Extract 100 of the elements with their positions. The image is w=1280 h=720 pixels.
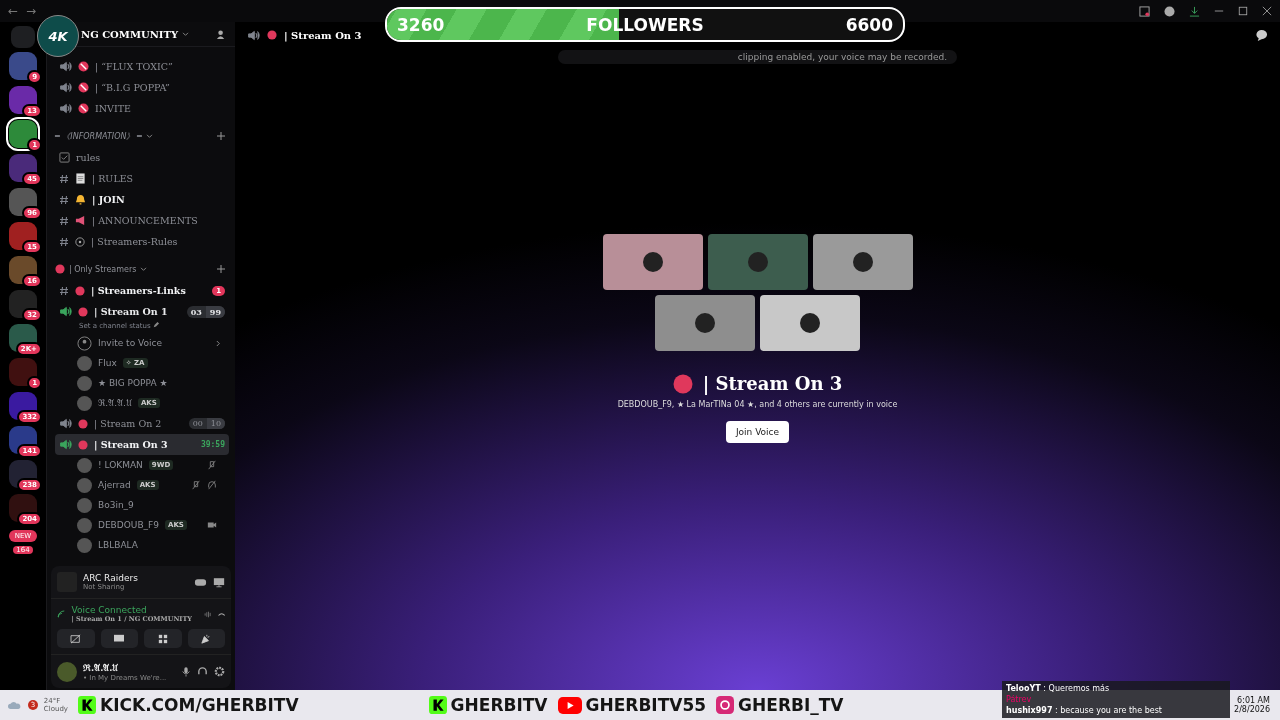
chat-message: hushix997 : because you are the best: [1006, 706, 1163, 715]
text-channel[interactable]: | JOIN: [55, 189, 229, 210]
settings-icon[interactable]: [214, 666, 225, 677]
member-name[interactable]: ! LOKMAN: [98, 460, 143, 470]
activity-title: ARC Raiders: [83, 573, 138, 583]
member-row[interactable]: Bo3in_9: [55, 495, 229, 515]
text-channel[interactable]: | ANNOUNCEMENTS: [55, 210, 229, 231]
camera-off-button[interactable]: [57, 629, 95, 648]
participant-tile[interactable]: [602, 234, 703, 290]
speaker-icon: [59, 417, 72, 430]
voice-channel[interactable]: | “B.I.G POPPA”: [55, 77, 229, 98]
speaker-icon: [59, 305, 72, 318]
category-name[interactable]: ═ 《INFORMATION》 ═: [55, 130, 142, 142]
dot-icon: [267, 30, 277, 40]
headphones-icon[interactable]: [197, 666, 208, 677]
invite-icon: [77, 335, 92, 351]
invite-to-voice[interactable]: Invite to Voice: [98, 338, 162, 348]
pencil-icon: [152, 322, 159, 328]
screen-share-button[interactable]: [100, 629, 138, 648]
back-button[interactable]: ←: [8, 4, 19, 18]
member-name[interactable]: LBLBALA: [98, 540, 138, 550]
speaker-icon: [59, 102, 72, 115]
join-voice-button[interactable]: Join Voice: [725, 421, 790, 443]
add-channel-icon[interactable]: [217, 132, 225, 140]
member-row[interactable]: ★ BIG POPPA ★: [55, 373, 229, 393]
voice-channel[interactable]: | Stream On 1 03 99: [55, 301, 229, 322]
avatar: [800, 313, 820, 333]
member-name[interactable]: Bo3in_9: [98, 500, 134, 510]
text-channel[interactable]: | RULES: [55, 168, 229, 189]
youtube-logo-icon: [557, 696, 582, 714]
user-avatar[interactable]: [57, 661, 77, 682]
hash-icon: [59, 285, 69, 296]
voice-status: Voice Connected: [71, 605, 148, 615]
avatar: [695, 313, 715, 333]
participant-tile[interactable]: [812, 234, 913, 290]
chat-icon[interactable]: [1255, 28, 1268, 42]
forum-icon: [59, 152, 70, 163]
avatar: [747, 252, 768, 272]
avatar: [77, 477, 92, 493]
microphone-icon[interactable]: [181, 666, 191, 677]
avatar: [77, 517, 92, 533]
member-name[interactable]: Flux: [98, 358, 117, 368]
bell-icon: [75, 194, 86, 205]
avatar: [77, 355, 92, 371]
forward-button[interactable]: →: [26, 4, 37, 18]
user-name: ℜ.𝔄.𝔄.𝔘: [83, 662, 120, 674]
participant-tile[interactable]: [760, 295, 860, 351]
channel-title: | Stream On 3: [284, 29, 362, 41]
monitor-icon: [113, 633, 126, 644]
participant-tile[interactable]: [655, 295, 755, 351]
hash-icon: [59, 215, 69, 226]
no-entry-icon: [78, 103, 89, 114]
participant-tile[interactable]: [707, 234, 808, 290]
social-handle: GHERBITV: [450, 695, 548, 715]
clock-time: 6:01 AM: [1237, 696, 1270, 705]
chevron-right-icon: [216, 339, 221, 347]
voice-channel[interactable]: INVITE: [55, 98, 229, 119]
gamepad-icon[interactable]: [194, 577, 207, 587]
category-name[interactable]: | Only Streamers: [69, 264, 137, 274]
speaker-icon: [247, 28, 260, 42]
member-name[interactable]: ★ BIG POPPA ★: [98, 378, 168, 388]
close-icon[interactable]: [1262, 6, 1272, 16]
member-row[interactable]: LBLBALA: [55, 535, 229, 555]
inbox-icon[interactable]: [1139, 5, 1150, 17]
member-name[interactable]: Ajerrad: [98, 480, 131, 490]
dot-icon: [78, 306, 88, 317]
maximize-icon[interactable]: [1238, 6, 1248, 16]
avatar: [77, 395, 92, 411]
no-entry-icon: [78, 82, 89, 93]
screen-share-icon[interactable]: [213, 576, 225, 588]
text-channel[interactable]: | Streamers-Rules: [55, 231, 229, 252]
voice-channel[interactable]: | Stream On 2 00 10: [55, 413, 229, 434]
camera-off-icon: [69, 633, 82, 644]
voice-channel[interactable]: | Stream On 3 39:59: [55, 434, 229, 455]
social-handle: GHERBI_TV: [738, 695, 844, 715]
speaker-icon: [59, 81, 72, 94]
add-member-icon[interactable]: [216, 28, 227, 40]
server-name[interactable]: NG COMMUNITY: [81, 28, 179, 40]
participants-text: DEBDOUB_F9, ★ La MarTINa 04 ★, and 4 others are currently in voice: [617, 400, 898, 409]
avatar: [77, 537, 92, 553]
dot-icon: [672, 373, 693, 394]
member-name[interactable]: DEBDOUB_F9: [98, 520, 159, 530]
chevron-down-icon: [140, 266, 148, 272]
activities-button[interactable]: [144, 629, 182, 648]
hash-icon: [59, 173, 69, 184]
soundboard-button[interactable]: [187, 629, 225, 648]
cloud-icon: [8, 700, 22, 710]
avatar: [77, 497, 92, 513]
download-icon[interactable]: [1189, 5, 1200, 17]
avatar: [852, 252, 873, 272]
avatar: [77, 375, 92, 391]
instagram-logo-icon: [716, 696, 735, 714]
chevron-down-icon: [182, 31, 190, 37]
party-popper-icon: [201, 633, 212, 644]
voice-channel[interactable]: | “FLUX TOXIC”: [55, 56, 229, 77]
hang-up-icon[interactable]: [217, 610, 225, 618]
text-channel[interactable]: rules: [55, 147, 229, 168]
add-channel-icon[interactable]: [217, 265, 225, 273]
no-entry-icon: [78, 61, 89, 72]
member-name[interactable]: ℜ.𝔄.𝔄.𝔘: [98, 397, 132, 409]
